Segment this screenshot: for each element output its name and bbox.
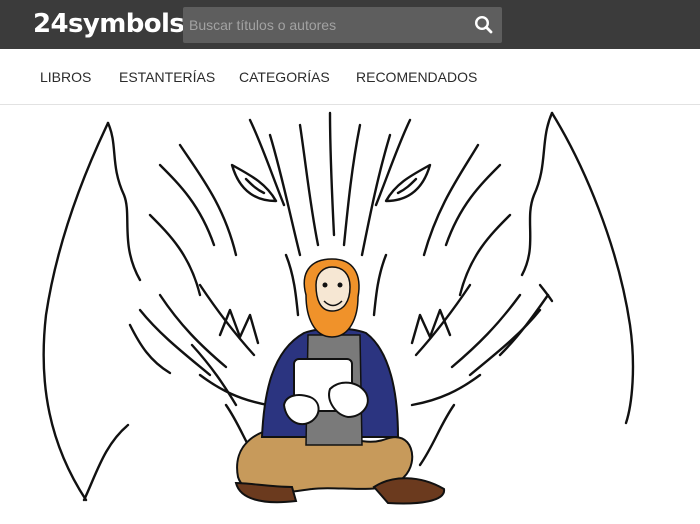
- top-bar: 24symbols: [0, 0, 700, 49]
- reader-illustration: [234, 258, 446, 505]
- hero-banner: [0, 105, 700, 524]
- nav-item-estanterias[interactable]: ESTANTERÍAS: [119, 49, 215, 104]
- search-icon[interactable]: [474, 15, 494, 35]
- search-input[interactable]: [183, 7, 453, 43]
- hero-illustration: [42, 111, 635, 505]
- search-box: [183, 7, 502, 43]
- nav-item-recomendados[interactable]: RECOMENDADOS: [356, 49, 477, 104]
- nav-item-libros[interactable]: LIBROS: [40, 49, 91, 104]
- nav-item-categorias[interactable]: CATEGORÍAS: [239, 49, 330, 104]
- site-logo[interactable]: 24symbols: [33, 8, 185, 40]
- main-nav: LIBROS ESTANTERÍAS CATEGORÍAS RECOMENDAD…: [0, 49, 700, 105]
